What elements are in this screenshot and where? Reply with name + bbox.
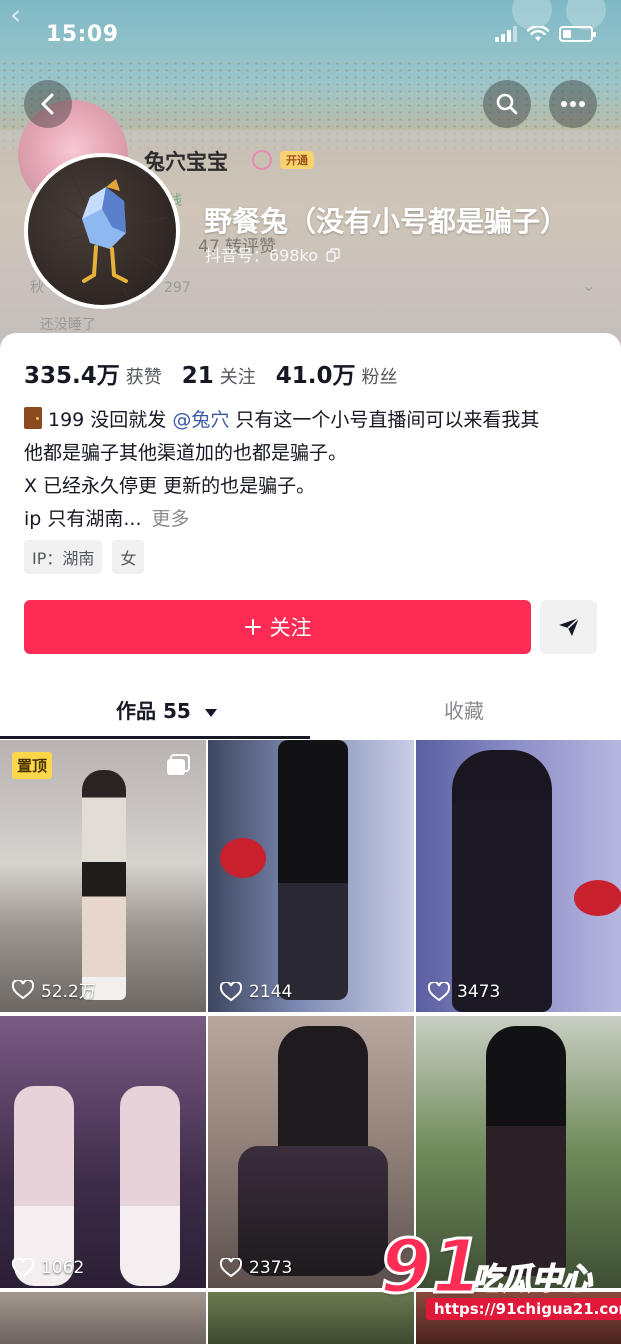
video-thumbnail[interactable]: 3473	[416, 740, 621, 1012]
plus-icon	[244, 619, 261, 635]
stat-following[interactable]: 21 关注	[182, 363, 256, 389]
more-dots-icon	[561, 101, 585, 107]
stat-value: 41.0万	[275, 363, 356, 389]
profile-nickname: 野餐兔（没有小号都是骗子）	[204, 205, 569, 238]
heart-icon	[220, 1258, 242, 1278]
ghost-line3: 还没睡了	[40, 317, 96, 333]
pinned-badge: 置顶	[12, 752, 53, 779]
like-count: 2373	[220, 1258, 292, 1278]
tab-works[interactable]: 作品 55	[116, 695, 218, 724]
heart-icon	[220, 982, 242, 1002]
bio-line-2: 他都是骗子其他渠道加的也都是骗子。	[24, 442, 348, 464]
video-figure	[220, 838, 266, 878]
follow-button[interactable]: 关注	[24, 600, 531, 654]
multi-photo-icon	[167, 754, 190, 775]
video-figure	[238, 1146, 388, 1276]
stat-label: 获赞	[125, 367, 162, 388]
gender-tag: 女	[112, 540, 145, 574]
like-count: 52.2万	[12, 977, 96, 1002]
profile-bio[interactable]: 199 没回就发 @兔穴 只有这一个小号直播间可以来看我其 他都是骗子其他渠道加…	[24, 404, 604, 536]
like-count: 1062	[12, 1258, 84, 1278]
tab-indicator	[0, 736, 310, 739]
video-figure	[14, 1086, 74, 1286]
bio-line-4: ip 只有湖南... 更多	[24, 508, 190, 530]
copy-icon	[326, 248, 340, 262]
ghost-username: 兔穴宝宝	[144, 150, 228, 174]
mention-link[interactable]: @兔穴	[172, 409, 229, 431]
video-thumbnail[interactable]	[0, 1292, 206, 1344]
stat-followers[interactable]: 41.0万 粉丝	[276, 356, 398, 390]
send-icon	[558, 617, 580, 636]
stat-likes[interactable]: 335.4万 获赞	[24, 356, 162, 390]
video-figure	[574, 880, 621, 916]
heart-icon	[12, 1258, 34, 1278]
back-button[interactable]	[24, 80, 72, 128]
ghost-verify-icon	[252, 150, 272, 170]
ghost-vip-badge: 开通	[280, 151, 314, 169]
heart-icon	[428, 982, 450, 1002]
wifi-icon	[527, 26, 549, 41]
caret-down-icon	[204, 709, 217, 717]
video-figure	[278, 740, 348, 1000]
search-icon	[496, 93, 518, 115]
bird-figure-icon	[37, 166, 169, 298]
bio-more-link[interactable]: 更多	[152, 508, 190, 530]
more-button[interactable]	[549, 80, 597, 128]
video-thumbnail[interactable]: 置顶 52.2万	[0, 740, 206, 1012]
status-icons	[495, 26, 596, 42]
signal-icon	[495, 26, 517, 42]
like-count: 2144	[220, 982, 292, 1002]
chevron-left-icon	[41, 93, 54, 115]
watermark-number: 91	[379, 1224, 485, 1310]
profile-tags: IP：湖南 女	[24, 540, 145, 574]
door-icon	[24, 407, 42, 429]
search-button[interactable]	[483, 80, 531, 128]
follow-label: 关注	[269, 616, 312, 640]
watermark-url: https://91chigua21.com	[426, 1298, 621, 1320]
battery-icon	[559, 26, 596, 42]
video-figure	[278, 1026, 368, 1156]
message-button[interactable]	[540, 600, 597, 654]
ip-tag: IP：湖南	[24, 540, 103, 574]
status-time: 15:09	[46, 22, 119, 47]
watermark: 91 吃瓜中心 https://91chigua21.com	[379, 1224, 621, 1330]
watermark-text: 吃瓜中心	[471, 1261, 593, 1298]
avatar[interactable]	[24, 153, 180, 309]
stat-label: 粉丝	[361, 367, 398, 388]
stat-value: 335.4万	[24, 363, 120, 389]
video-thumbnail[interactable]: 2144	[208, 740, 414, 1012]
tab-favorites[interactable]: 收藏	[444, 695, 484, 724]
video-figure	[452, 750, 552, 1012]
bio-line-1: 199 没回就发 @兔穴 只有这一个小号直播间可以来看我其	[24, 404, 604, 437]
heart-icon	[12, 979, 34, 999]
video-figure	[82, 770, 126, 1000]
content-tabs: 作品 55 收藏	[0, 685, 621, 739]
stat-label: 关注	[219, 367, 256, 388]
video-thumbnail[interactable]: 1062	[0, 1016, 206, 1288]
ghost-chevron-down-icon: ⌄	[582, 276, 596, 295]
douyin-id[interactable]: 抖音号：698ko	[205, 242, 340, 266]
bio-line-3: X 已经永久停更 更新的也是骗子。	[24, 475, 316, 497]
stat-value: 21	[181, 363, 214, 389]
profile-stats: 335.4万 获赞 21 关注 41.0万 粉丝	[24, 356, 398, 390]
ghost-back-icon: ‹	[10, 0, 22, 31]
video-figure	[120, 1086, 180, 1286]
profile-page: ‹ 15:09 兔穴宝宝 开通 线 秋 297 还没睡了 ⌄ 47 转评赞 野餐…	[0, 0, 621, 1344]
like-count: 3473	[428, 982, 500, 1002]
